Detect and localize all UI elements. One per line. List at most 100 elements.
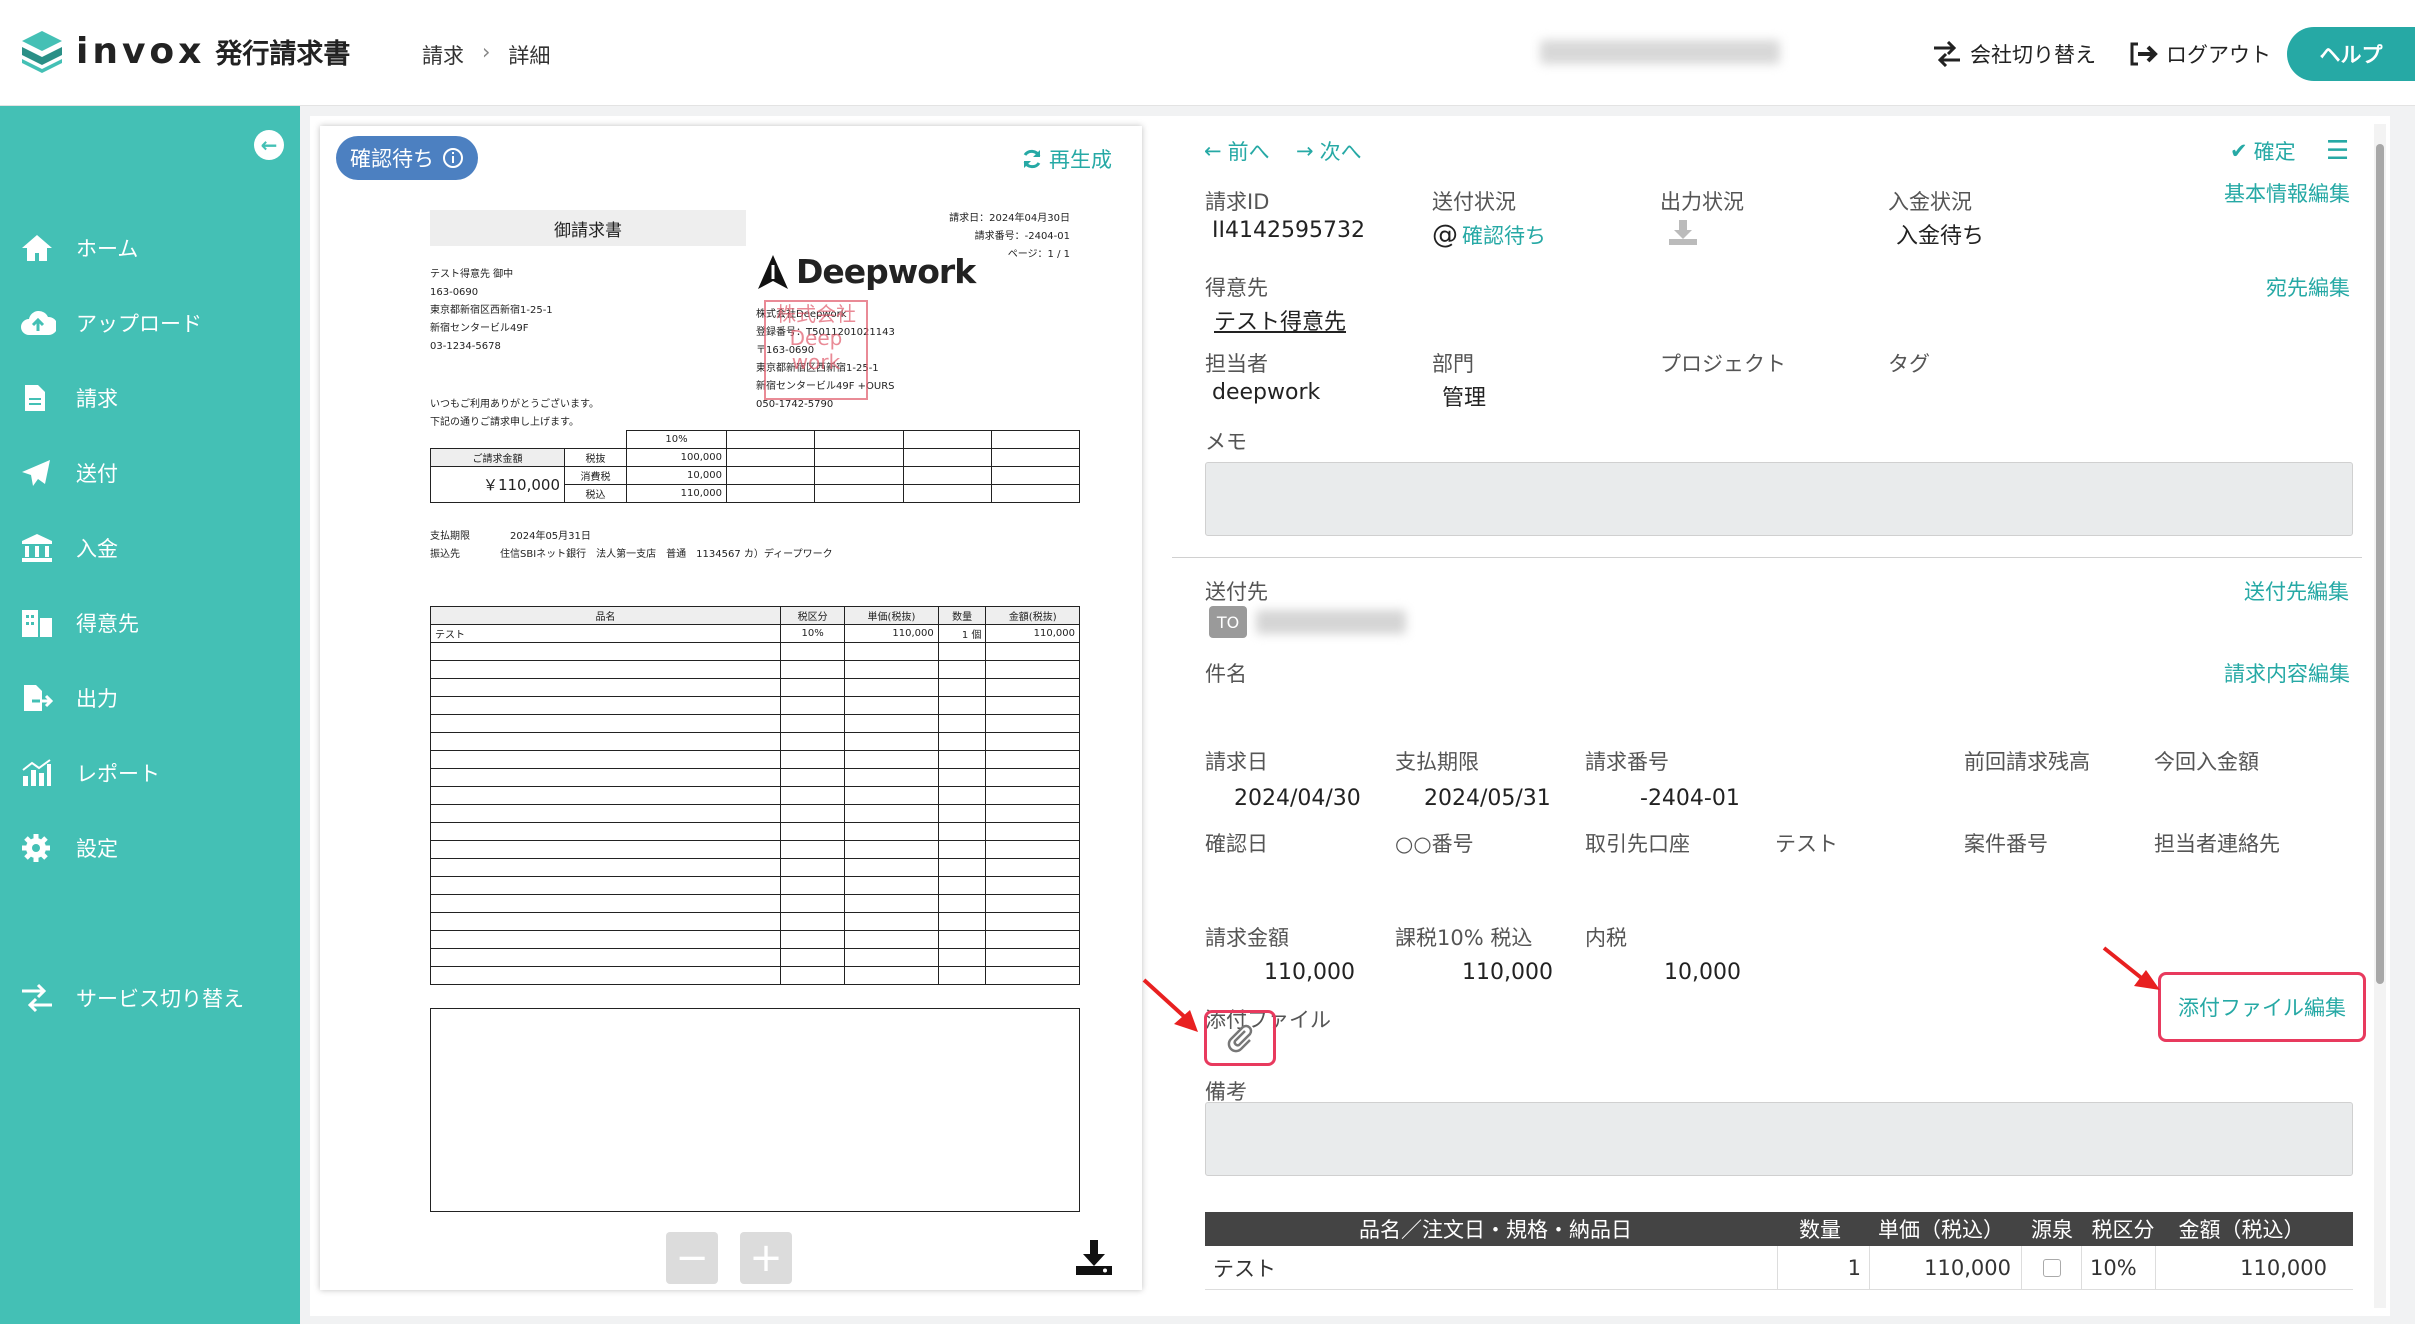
staff-value: deepwork [1212,380,1321,405]
regenerate-button[interactable]: 再生成 [1021,144,1112,174]
project-label: プロジェクト [1660,352,1786,376]
doc-customer-line: 新宿センタービル49F [430,323,529,334]
sidebar-item-label: 得意先 [76,612,139,636]
send-status-text: 確認待ち [1462,224,1546,248]
service-switch[interactable]: サービス切り替え [0,968,300,1028]
sidebar-item-settings[interactable]: 設定 [0,818,300,878]
doc-empty-cell [779,804,846,823]
doc-empty-cell [430,660,781,679]
remarks-textarea[interactable] [1205,1102,2353,1176]
doc-empty-cell [430,894,781,913]
doc-empty-cell [937,948,987,967]
order-number-label: ○○番号 [1395,832,1474,856]
scrollbar-thumb[interactable] [2376,144,2384,984]
info-icon[interactable] [442,147,464,169]
sidebar-item-customers[interactable]: 得意先 [0,593,300,653]
attachment-button[interactable] [1204,1010,1276,1066]
doc-empty-row [430,948,1080,967]
arrow-right-icon: → [1296,139,1314,163]
status-badge[interactable]: 確認待ち [336,136,478,180]
memo-textarea[interactable] [1205,462,2353,536]
doc-empty-cell [779,768,846,787]
doc-empty-cell [937,750,987,769]
content-edit-link[interactable]: 請求内容編集 [2224,658,2350,688]
item-price: 110,000 [1870,1245,2022,1290]
doc-empty-cell [844,642,939,661]
sidebar-item-export[interactable]: 出力 [0,668,300,728]
send-to-edit-link[interactable]: 送付先編集 [2244,576,2349,606]
doc-empty-cell [779,948,846,967]
doc-customer-line: テスト得意先 御中 [430,269,514,280]
collapse-sidebar-icon[interactable]: ← [254,130,284,160]
items-table: 品名／注文日・規格・納品日 数量 単価（税込） 源泉 税区分 金額（税込） テス… [1205,1212,2353,1290]
doc-items-header: 金額(税抜) [985,606,1080,625]
building-icon [22,610,52,637]
confirm-button[interactable]: ✔ 確定 [2230,136,2296,166]
zoom-in-button[interactable]: + [740,1232,792,1284]
doc-items-header: 品名 [430,606,781,625]
prev-button[interactable]: ← 前へ [1204,136,1270,166]
doc-bank: 住信SBIネット銀行 法人第一支店 普通 1134567 カ）ディープワーク [500,549,833,560]
doc-empty-cell [779,750,846,769]
doc-empty-row [430,642,1080,661]
sidebar: ← ホーム アップロード 請求 送付 入金 得意先 出力 レポート 設定 サービ… [0,106,300,1324]
doc-empty-cell [937,804,987,823]
doc-empty-row [430,858,1080,877]
doc-empty-cell [937,768,987,787]
invoice-date-label: 請求日 [1205,750,1268,774]
menu-icon[interactable]: ☰ [2326,136,2349,166]
breadcrumb-invoices[interactable]: 請求 [422,40,464,70]
doc-empty-cell [844,786,939,805]
annotation-arrow-icon [2102,946,2160,990]
switch-company-link[interactable]: 会社切り替え [1932,39,2096,69]
to-tag: TO [1209,606,1247,638]
document-icon [25,385,45,411]
bank-account-label: 取引先口座 [1585,832,1690,856]
sidebar-item-upload[interactable]: アップロード [0,293,300,353]
vertical-scrollbar[interactable] [2374,124,2386,1308]
doc-empty-cell [985,840,1080,859]
at-icon: @ [1432,220,1458,250]
destination-edit-link[interactable]: 宛先編集 [2266,272,2350,302]
doc-empty-cell [937,822,987,841]
doc-empty-cell [779,876,846,895]
help-button[interactable]: ヘルプ [2287,27,2415,81]
header-withholding: 源泉 [2031,1218,2073,1242]
attachment-edit-link[interactable]: 添付ファイル編集 [2158,972,2366,1042]
sidebar-item-invoices[interactable]: 請求 [0,368,300,428]
doc-empty-cell [985,750,1080,769]
due-date: 2024/05/31 [1424,786,1551,811]
logout-link[interactable]: ログアウト [2128,39,2271,69]
send-status[interactable]: @ 確認待ち [1432,220,1546,250]
basic-info-edit-link[interactable]: 基本情報編集 [2224,178,2350,208]
sidebar-item-payment[interactable]: 入金 [0,518,300,578]
doc-number: 請求番号：-2404-01 [974,231,1070,242]
logo[interactable]: invox 発行請求書 [20,29,350,73]
zoom-out-button[interactable]: − [666,1232,718,1284]
summary-row-value: 100,000 [626,448,727,467]
item-qty: 1 [1778,1245,1870,1290]
doc-empty-cell [779,912,846,931]
doc-items-table: 品名 税区分 単価(税抜) 数量 金額(税抜) テスト 10% 110,000 1 個 110,… [430,606,1080,985]
sidebar-item-home[interactable]: ホーム [0,218,300,278]
withholding-checkbox[interactable] [2042,1258,2061,1277]
blurred-email [1256,610,1406,634]
doc-empty-cell [430,804,781,823]
doc-empty-cell [937,966,987,985]
send-status-label: 送付状況 [1432,190,1516,214]
top-header: invox 発行請求書 請求 › 詳細 会社切り替え ログアウト ヘルプ [0,0,2415,106]
doc-empty-cell [430,768,781,787]
sidebar-item-report[interactable]: レポート [0,743,300,803]
doc-empty-cell [844,804,939,823]
invoice-id: II4142595732 [1212,218,1365,243]
customer-link[interactable]: テスト得意先 [1214,304,1346,336]
doc-item-cell: 110,000 [844,624,939,643]
sidebar-item-send[interactable]: 送付 [0,443,300,503]
download-icon[interactable] [1074,1238,1114,1280]
doc-empty-cell [985,912,1080,931]
doc-empty-cell [937,678,987,697]
next-button[interactable]: → 次へ [1296,136,1362,166]
doc-empty-cell [844,840,939,859]
bank-icon [22,534,52,562]
doc-empty-cell [844,966,939,985]
